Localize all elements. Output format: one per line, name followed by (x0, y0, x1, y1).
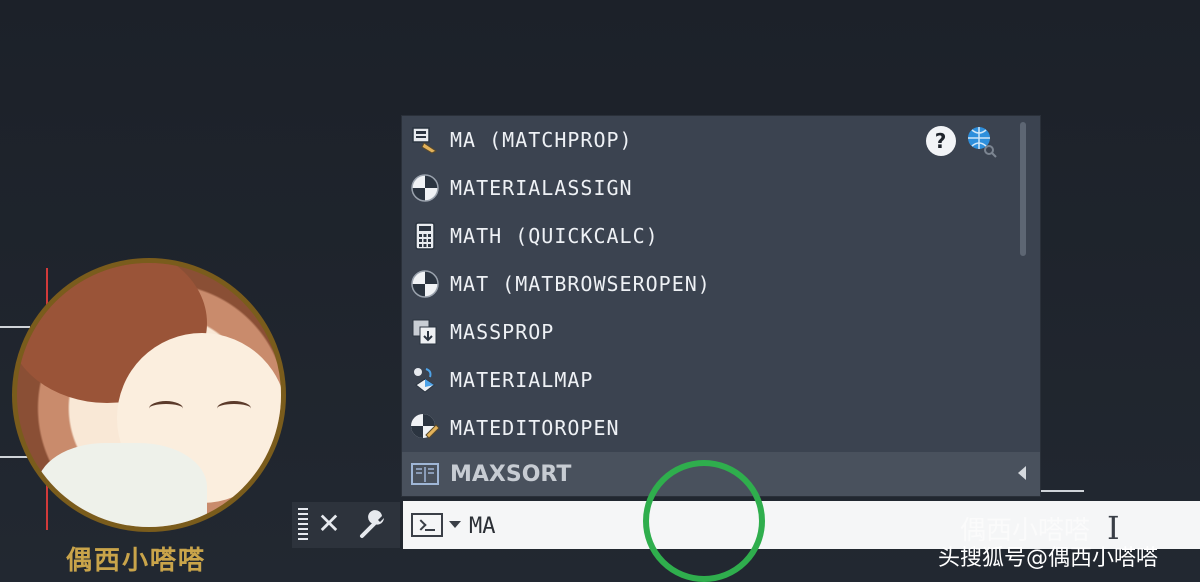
avatar-cloth (37, 443, 207, 527)
massprop-icon (412, 319, 437, 345)
command-line-toolbar: ✕ (292, 502, 400, 548)
autocomplete-item-label: MATERIALASSIGN (450, 176, 633, 200)
autocomplete-item[interactable]: MA (MATCHPROP) ? (402, 116, 1016, 164)
avatar-eye (217, 401, 251, 416)
autocomplete-item-label: MATH (QUICKCALC) (450, 224, 659, 248)
popup-scrollbar[interactable] (1020, 122, 1026, 256)
autocomplete-item[interactable]: MATEDITOROPEN (402, 404, 1016, 452)
material-editor-icon (411, 414, 440, 439)
chevron-down-icon[interactable] (449, 521, 461, 528)
command-prompt-icon[interactable] (411, 513, 443, 537)
autocomplete-item[interactable]: MATERIALMAP (402, 356, 1016, 404)
matchprop-icon (412, 127, 437, 154)
material-ball-icon (411, 174, 439, 202)
autocomplete-item-label: MASSPROP (450, 320, 555, 344)
avatar-caption: 偶西小嗒嗒 (66, 546, 207, 576)
footer-label: MAXSORT (450, 461, 572, 487)
book-icon (411, 463, 439, 485)
globe-search-icon[interactable] (964, 124, 998, 158)
wrench-icon[interactable] (358, 510, 388, 540)
avatar (12, 258, 286, 532)
help-icon[interactable]: ? (926, 126, 956, 156)
materialmap-icon (414, 368, 435, 393)
expand-left-icon[interactable] (1018, 466, 1026, 480)
autocomplete-item[interactable]: MAT (MATBROWSEROPEN) (402, 260, 1016, 308)
close-button[interactable]: ✕ (314, 506, 344, 542)
autocomplete-item-label: MAT (MATBROWSEROPEN) (450, 272, 711, 296)
avatar-eye (149, 401, 183, 416)
material-ball-icon (411, 270, 439, 298)
autocomplete-item-label: MATEDITOROPEN (450, 416, 620, 440)
autocomplete-item[interactable]: MATERIALASSIGN (402, 164, 1016, 212)
highlight-ring (643, 460, 765, 582)
autocomplete-item[interactable]: MASSPROP (402, 308, 1016, 356)
calculator-icon (415, 222, 435, 250)
autocomplete-popup: MA (MATCHPROP) ? MATERIALASSIGN MATH (QU… (402, 116, 1040, 496)
autocomplete-item-label: MATERIALMAP (450, 368, 594, 392)
autocomplete-item[interactable]: MATH (QUICKCALC) (402, 212, 1016, 260)
watermark: 头搜狐号@偶西小嗒嗒 (938, 546, 1159, 571)
autocomplete-item-label: MA (MATCHPROP) (450, 128, 633, 152)
drag-grip-icon[interactable] (298, 508, 308, 542)
cad-line (1040, 490, 1084, 492)
